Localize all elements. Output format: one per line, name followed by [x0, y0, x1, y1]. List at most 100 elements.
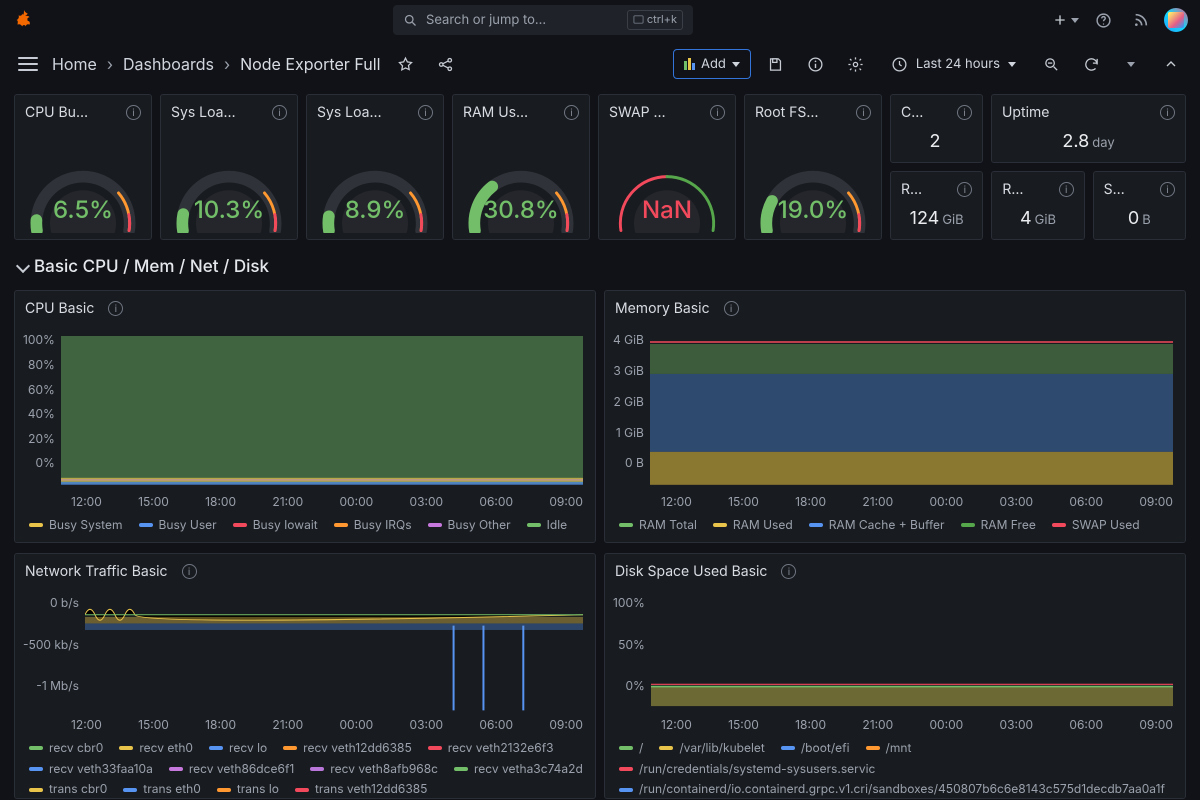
- legend-item[interactable]: /mnt: [866, 740, 912, 757]
- legend-label: trans cbr0: [49, 781, 107, 797]
- legend-item[interactable]: RAM Cache + Buffer: [809, 517, 945, 534]
- gauge-root-fs[interactable]: Root FS…i 19.0%: [744, 94, 882, 240]
- collapse-icon[interactable]: [1156, 49, 1186, 79]
- breadcrumb-current[interactable]: Node Exporter Full: [240, 53, 380, 75]
- legend-item[interactable]: trans eth0: [123, 781, 201, 797]
- gauge-value: 30.8%: [483, 193, 559, 227]
- plot-area[interactable]: [85, 593, 583, 713]
- legend-item[interactable]: /: [619, 740, 643, 757]
- legend-item[interactable]: recv veth33faa10a: [29, 761, 153, 778]
- legend-item[interactable]: Busy System: [29, 517, 123, 534]
- legend: / /var/lib/kubelet/boot/efi/mnt/run/crede…: [605, 734, 1185, 798]
- panel-network-basic[interactable]: Network Traffic Basici 0 b/s-500 kb/s-1 …: [14, 553, 596, 799]
- search-icon: [403, 13, 418, 28]
- legend-label: /mnt: [886, 740, 912, 757]
- avatar[interactable]: [1164, 8, 1188, 32]
- legend-label: /run/containerd/io.containerd.grpc.v1.cr…: [639, 781, 1165, 797]
- stat-ram-total[interactable]: R…i 4GiB: [991, 171, 1084, 240]
- legend-swatch: [961, 523, 975, 527]
- zoom-out-icon[interactable]: [1036, 49, 1066, 79]
- settings-icon[interactable]: [841, 49, 871, 79]
- legend-item[interactable]: trans cbr0: [29, 781, 107, 797]
- stat-value: 0: [1128, 208, 1139, 229]
- legend-item[interactable]: /run/credentials/systemd-sysusers.servic: [619, 761, 875, 778]
- info-icon: i: [1059, 182, 1074, 197]
- legend-item[interactable]: Busy Iowait: [233, 517, 318, 534]
- search-placeholder: Search or jump to...: [426, 11, 546, 29]
- panel-disk-basic[interactable]: Disk Space Used Basici 100%50%0% 12:0015…: [604, 553, 1186, 799]
- legend-item[interactable]: recv veth8afb968c: [310, 761, 438, 778]
- legend-item[interactable]: /run/containerd/io.containerd.grpc.v1.cr…: [619, 781, 1165, 797]
- legend-item[interactable]: recv vetha3c74a2d: [454, 761, 583, 778]
- gauge-value: 8.9%: [345, 193, 406, 227]
- legend-swatch: [217, 788, 231, 792]
- clock-icon: [891, 56, 908, 73]
- stat-cpu-cores[interactable]: C…i 2: [890, 94, 983, 163]
- add-menu-button[interactable]: [1050, 5, 1080, 35]
- gauge-ram-used[interactable]: RAM Us…i 30.8%: [452, 94, 590, 240]
- save-icon[interactable]: [761, 49, 791, 79]
- legend-item[interactable]: SWAP Used: [1052, 517, 1140, 534]
- rss-icon[interactable]: [1126, 5, 1156, 35]
- legend-item[interactable]: Idle: [527, 517, 567, 534]
- legend-item[interactable]: RAM Total: [619, 517, 697, 534]
- refresh-icon[interactable]: [1076, 49, 1106, 79]
- share-icon[interactable]: [430, 49, 460, 79]
- legend-swatch: [310, 767, 324, 771]
- dashboard-info-icon[interactable]: [801, 49, 831, 79]
- legend-item[interactable]: trans lo: [217, 781, 279, 797]
- grafana-logo[interactable]: [12, 8, 36, 32]
- panel-title-text: Disk Space Used Basic: [615, 562, 767, 582]
- stat-value: 4: [1020, 208, 1032, 229]
- global-search-input[interactable]: Search or jump to... ctrl+k: [393, 5, 693, 35]
- section-header[interactable]: Basic CPU / Mem / Net / Disk: [14, 250, 1186, 280]
- legend-swatch: [209, 746, 223, 750]
- gauge-value: NaN: [642, 193, 692, 227]
- legend-label: recv veth8afb968c: [330, 761, 438, 778]
- breadcrumb-dashboards[interactable]: Dashboards: [123, 53, 214, 75]
- legend-swatch: [29, 767, 43, 771]
- legend-item[interactable]: Busy Other: [428, 517, 511, 534]
- stat-rootfs-total[interactable]: R…i 124GiB: [890, 171, 983, 240]
- plot-area[interactable]: [650, 330, 1173, 490]
- plot-area[interactable]: [651, 593, 1173, 713]
- gauge-value: 6.5%: [53, 193, 113, 227]
- legend-label: RAM Cache + Buffer: [829, 517, 945, 534]
- legend-label: Busy Other: [448, 517, 511, 534]
- legend-item[interactable]: Busy IRQs: [334, 517, 412, 534]
- legend-item[interactable]: recv cbr0: [29, 740, 103, 757]
- stat-value: 124: [910, 208, 940, 229]
- panel-cpu-basic[interactable]: CPU Basici 100%80%60%40%20%0% 12:0015:00…: [14, 290, 596, 543]
- legend-item[interactable]: recv eth0: [119, 740, 193, 757]
- gauge-sys-load-15[interactable]: Sys Loa…i 8.9%: [306, 94, 444, 240]
- legend-item[interactable]: /boot/efi: [781, 740, 850, 757]
- breadcrumb-home[interactable]: Home: [52, 53, 97, 75]
- legend-item[interactable]: /var/lib/kubelet: [659, 740, 765, 757]
- menu-toggle-button[interactable]: [14, 50, 42, 78]
- plot-area[interactable]: [61, 330, 583, 490]
- stat-swap-total[interactable]: S…i 0B: [1093, 171, 1186, 240]
- legend-item[interactable]: recv lo: [209, 740, 267, 757]
- gauge-cpu-busy[interactable]: CPU Bu…i 6.5%: [14, 94, 152, 240]
- time-range-picker[interactable]: Last 24 hours: [881, 49, 1026, 79]
- legend-item[interactable]: recv veth2132e6f3: [428, 740, 554, 757]
- gauge-swap-used[interactable]: SWAP …i NaN: [598, 94, 736, 240]
- panel-title-text: CPU Basic: [25, 299, 94, 319]
- legend-label: recv veth86dce6f1: [189, 761, 294, 778]
- panel-memory-basic[interactable]: Memory Basici 4 GiB3 GiB2 GiB1 GiB0 B 12…: [604, 290, 1186, 543]
- dashboard-toolbar: Home› Dashboards› Node Exporter Full Add…: [0, 40, 1200, 88]
- legend-item[interactable]: trans veth12dd6385: [295, 781, 428, 797]
- y-axis: 0 b/s-500 kb/s-1 Mb/s: [23, 593, 85, 713]
- legend-item[interactable]: recv veth12dd6385: [283, 740, 412, 757]
- legend-item[interactable]: RAM Used: [713, 517, 793, 534]
- gauge-sys-load-5[interactable]: Sys Loa…i 10.3%: [160, 94, 298, 240]
- refresh-interval-picker[interactable]: [1116, 49, 1146, 79]
- legend-item[interactable]: RAM Free: [961, 517, 1036, 534]
- stat-uptime[interactable]: Uptimei 2.8day: [991, 94, 1186, 163]
- legend-item[interactable]: Busy User: [139, 517, 217, 534]
- legend-item[interactable]: recv veth86dce6f1: [169, 761, 294, 778]
- help-icon[interactable]: [1088, 5, 1118, 35]
- add-panel-button[interactable]: Add: [673, 49, 751, 79]
- star-icon[interactable]: [390, 49, 420, 79]
- panel-title-text: RAM Us…: [463, 103, 528, 123]
